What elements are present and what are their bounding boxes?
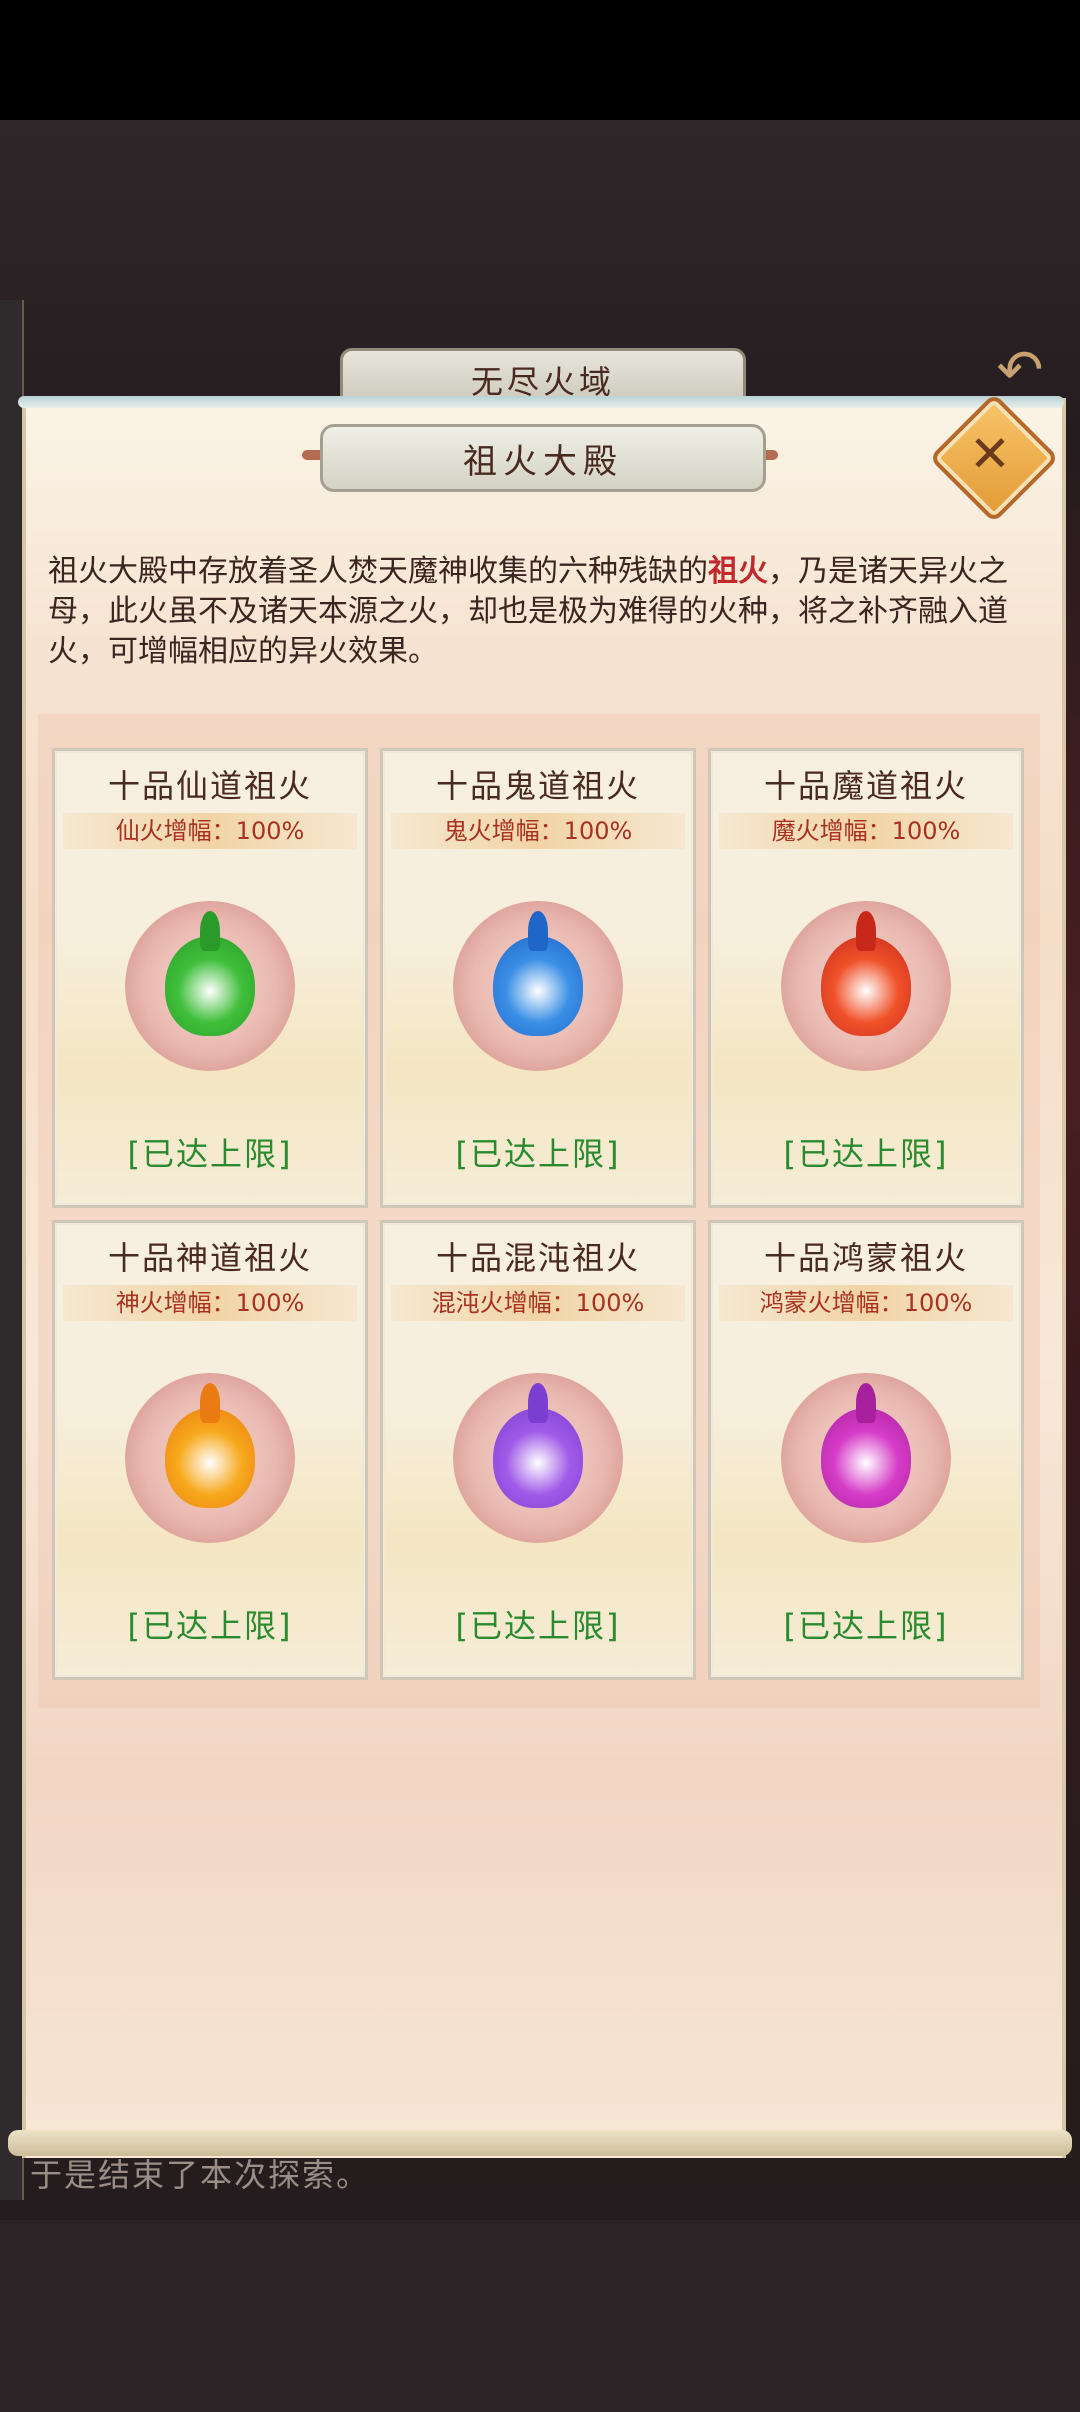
fire-orb-icon <box>165 1408 255 1508</box>
fire-orb-icon <box>493 1408 583 1508</box>
fire-card-chaos[interactable]: 十品混沌祖火 混沌火增幅：100% [已达上限] <box>380 1220 696 1680</box>
adventure-log-text: 于是结束了本次探索。 <box>30 2156 371 2194</box>
flame-icon <box>200 911 220 951</box>
back-arrow-icon: ↶ <box>996 337 1044 403</box>
card-status: [已达上限] <box>783 1135 949 1173</box>
card-name: 十品混沌祖火 <box>435 1239 640 1277</box>
description-text-start: 祖火大殿中存放着圣人焚天魔神收集的六种残缺的 <box>48 554 708 589</box>
card-name: 十品鬼道祖火 <box>435 767 640 805</box>
status-bar <box>0 0 1080 120</box>
flame-icon <box>856 911 876 951</box>
card-boost: 魔火增幅：100% <box>719 813 1013 849</box>
card-boost: 仙火增幅：100% <box>63 813 357 849</box>
card-name: 十品鸿蒙祖火 <box>763 1239 968 1277</box>
flame-icon <box>528 1383 548 1423</box>
fire-card-divine[interactable]: 十品神道祖火 神火增幅：100% [已达上限] <box>52 1220 368 1680</box>
fire-orb-icon <box>821 1408 911 1508</box>
flame-icon <box>528 911 548 951</box>
card-boost: 神火增幅：100% <box>63 1285 357 1321</box>
card-status: [已达上限] <box>783 1607 949 1645</box>
fire-orb-icon <box>821 936 911 1036</box>
fire-card-demon[interactable]: 十品魔道祖火 魔火增幅：100% [已达上限] <box>708 748 1024 1208</box>
card-status: [已达上限] <box>127 1135 293 1173</box>
fire-card-ghost[interactable]: 十品鬼道祖火 鬼火增幅：100% [已达上限] <box>380 748 696 1208</box>
scroll-top-roller <box>18 396 1064 408</box>
card-name: 十品魔道祖火 <box>763 767 968 805</box>
card-status: [已达上限] <box>127 1607 293 1645</box>
card-name: 十品仙道祖火 <box>107 767 312 805</box>
card-status: [已达上限] <box>455 1607 621 1645</box>
side-strip <box>0 300 24 2200</box>
card-boost: 混沌火增幅：100% <box>391 1285 685 1321</box>
card-name: 十品神道祖火 <box>107 1239 312 1277</box>
fire-card-immortal[interactable]: 十品仙道祖火 仙火增幅：100% [已达上限] <box>52 748 368 1208</box>
card-boost: 鬼火增幅：100% <box>391 813 685 849</box>
flame-icon <box>200 1383 220 1423</box>
description-highlight: 祖火 <box>708 554 768 589</box>
card-boost: 鸿蒙火增幅：100% <box>719 1285 1013 1321</box>
fire-orb-icon <box>493 936 583 1036</box>
bottom-area <box>0 2220 1080 2412</box>
panel-description: 祖火大殿中存放着圣人焚天魔神收集的六种残缺的祖火，乃是诸天异火之母，此火虽不及诸… <box>48 552 1046 672</box>
flame-icon <box>856 1383 876 1423</box>
panel-title: 祖火大殿 <box>320 424 766 492</box>
card-status: [已达上限] <box>455 1135 621 1173</box>
fire-card-hongmeng[interactable]: 十品鸿蒙祖火 鸿蒙火增幅：100% [已达上限] <box>708 1220 1024 1680</box>
fire-orb-icon <box>165 936 255 1036</box>
close-icon[interactable]: ✕ <box>948 412 1032 496</box>
